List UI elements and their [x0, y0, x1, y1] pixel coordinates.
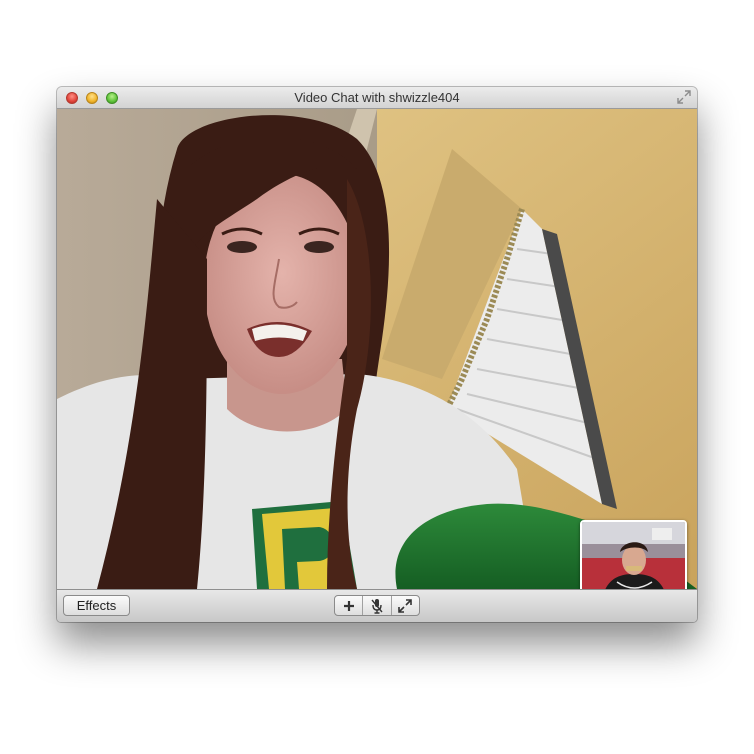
self-view-image [582, 522, 685, 589]
fullscreen-button[interactable] [392, 596, 419, 615]
fullscreen-icon [398, 598, 413, 613]
effects-button[interactable]: Effects [63, 595, 130, 616]
add-participant-icon [343, 600, 354, 611]
window-title: Video Chat with shwizzle404 [294, 90, 460, 105]
remote-video-image [57, 109, 697, 589]
fullscreen-icon[interactable] [677, 90, 691, 104]
call-controls [334, 595, 420, 616]
mute-microphone-icon [371, 598, 383, 614]
self-view-preview[interactable] [580, 520, 687, 589]
video-chat-window: Video Chat with shwizzle404 Effects [57, 87, 697, 622]
title-bar[interactable]: Video Chat with shwizzle404 [57, 87, 697, 109]
bottom-toolbar: Effects [57, 589, 697, 622]
mute-button[interactable] [363, 596, 392, 615]
remote-video-feed [57, 109, 697, 589]
add-participant-button[interactable] [335, 596, 364, 615]
